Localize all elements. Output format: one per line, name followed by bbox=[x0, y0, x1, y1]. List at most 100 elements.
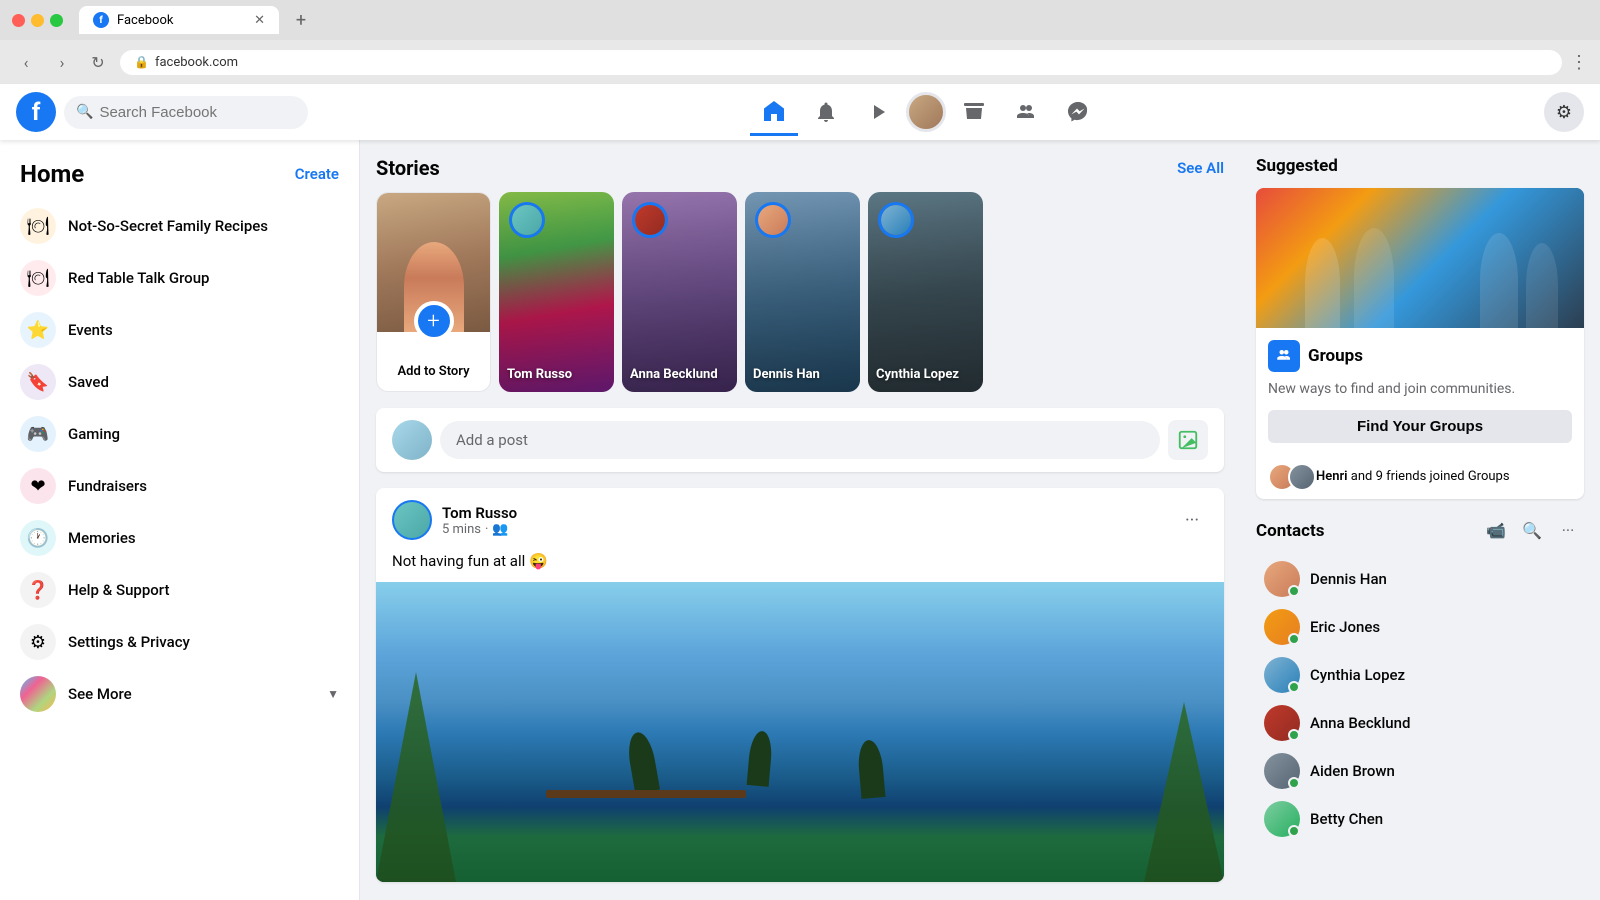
sidebar-label-more: See More bbox=[68, 685, 132, 703]
more-icon bbox=[20, 676, 56, 712]
post-more-button[interactable]: ··· bbox=[1176, 504, 1208, 536]
groups-nav-button[interactable] bbox=[1002, 88, 1050, 136]
post-username[interactable]: Tom Russo bbox=[442, 504, 1166, 522]
profile-nav-button[interactable] bbox=[906, 92, 946, 132]
story-card-cynthia[interactable]: Cynthia Lopez bbox=[868, 192, 983, 392]
contact-item-cynthia[interactable]: Cynthia Lopez bbox=[1256, 651, 1584, 699]
notifications-nav-button[interactable] bbox=[802, 88, 850, 136]
contact-name-cynthia: Cynthia Lopez bbox=[1310, 666, 1405, 684]
contacts-section: Contacts 📹 🔍 ··· Dennis Han bbox=[1256, 515, 1584, 843]
contacts-search-icon[interactable]: 🔍 bbox=[1516, 515, 1548, 547]
contact-name-betty: Betty Chen bbox=[1310, 810, 1383, 828]
browser-menu-icon[interactable]: ⋮ bbox=[1570, 52, 1588, 73]
story-card-anna[interactable]: Anna Becklund bbox=[622, 192, 737, 392]
post-image bbox=[376, 582, 1224, 882]
contact-item-eric[interactable]: Eric Jones bbox=[1256, 603, 1584, 651]
groups-card-header: Groups bbox=[1268, 340, 1572, 372]
story-name-anna: Anna Becklund bbox=[630, 367, 718, 382]
contacts-title: Contacts bbox=[1256, 521, 1324, 541]
sidebar-label-settings: Settings & Privacy bbox=[68, 633, 190, 651]
contact-avatar-eric bbox=[1264, 609, 1300, 645]
watch-nav-button[interactable] bbox=[854, 88, 902, 136]
photo-post-button[interactable] bbox=[1168, 420, 1208, 460]
joined-avatars bbox=[1268, 463, 1308, 491]
feed-area: Stories See All + Add to Story bbox=[360, 140, 1240, 900]
sidebar-item-recipes[interactable]: 🍽 Not-So-Secret Family Recipes bbox=[8, 200, 351, 252]
contact-item-dennis[interactable]: Dennis Han bbox=[1256, 555, 1584, 603]
sidebar-label-memories: Memories bbox=[68, 529, 136, 547]
sidebar-item-saved[interactable]: 🔖 Saved bbox=[8, 356, 351, 408]
sidebar-item-events[interactable]: ⭐ Events bbox=[8, 304, 351, 356]
sidebar-label-events: Events bbox=[68, 321, 113, 339]
address-bar[interactable]: 🔒 facebook.com bbox=[120, 50, 1562, 75]
close-dot[interactable] bbox=[12, 14, 25, 27]
online-indicator bbox=[1288, 729, 1300, 741]
main-layout: Home Create 🍽 Not-So-Secret Family Recip… bbox=[0, 140, 1600, 900]
events-icon: ⭐ bbox=[20, 312, 56, 348]
search-icon: 🔍 bbox=[76, 104, 93, 120]
facebook-logo[interactable]: f bbox=[16, 92, 56, 132]
add-story-card[interactable]: + Add to Story bbox=[376, 192, 491, 392]
tab-close-icon[interactable]: ✕ bbox=[254, 13, 265, 28]
post-avatar bbox=[392, 500, 432, 540]
groups-joined-info: Henri and 9 friends joined Groups bbox=[1256, 455, 1584, 499]
search-input[interactable] bbox=[99, 104, 296, 121]
sidebar-item-more[interactable]: See More ▼ bbox=[8, 668, 351, 720]
sidebar-label-help: Help & Support bbox=[68, 581, 169, 599]
create-button[interactable]: Create bbox=[295, 165, 339, 183]
contact-avatar-anna bbox=[1264, 705, 1300, 741]
story-avatar-cynthia bbox=[878, 202, 914, 238]
browser-tab[interactable]: f Facebook ✕ bbox=[79, 6, 279, 34]
sidebar-item-settings[interactable]: ⚙ Settings & Privacy bbox=[8, 616, 351, 668]
sidebar-item-help[interactable]: ❓ Help & Support bbox=[8, 564, 351, 616]
post-dot: · bbox=[485, 522, 488, 537]
post-time: 5 mins bbox=[442, 522, 481, 537]
back-button[interactable]: ‹ bbox=[12, 48, 40, 76]
search-bar[interactable]: 🔍 bbox=[64, 96, 308, 129]
tab-favicon: f bbox=[93, 12, 109, 28]
forward-button[interactable]: › bbox=[48, 48, 76, 76]
contact-avatar-betty bbox=[1264, 801, 1300, 837]
groups-card-icon bbox=[1268, 340, 1300, 372]
post-content: Not having fun at all 😜 bbox=[376, 552, 1224, 582]
story-avatar-dennis bbox=[755, 202, 791, 238]
marketplace-nav-button[interactable] bbox=[950, 88, 998, 136]
composer-avatar bbox=[392, 420, 432, 460]
messenger-nav-button[interactable] bbox=[1054, 88, 1102, 136]
contacts-video-icon[interactable]: 📹 bbox=[1480, 515, 1512, 547]
sidebar-label-gaming: Gaming bbox=[68, 425, 120, 443]
stories-section: Stories See All + Add to Story bbox=[376, 156, 1224, 392]
sidebar-item-red-table[interactable]: 🍽 Red Table Talk Group bbox=[8, 252, 351, 304]
contacts-more-icon[interactable]: ··· bbox=[1552, 515, 1584, 547]
joined-text: Henri and 9 friends joined Groups bbox=[1316, 469, 1510, 484]
reload-button[interactable]: ↻ bbox=[84, 48, 112, 76]
groups-card-title: Groups bbox=[1308, 346, 1363, 366]
stories-header: Stories See All bbox=[376, 156, 1224, 180]
groups-card-image bbox=[1256, 188, 1584, 328]
sidebar-item-gaming[interactable]: 🎮 Gaming bbox=[8, 408, 351, 460]
sidebar-item-fundraisers[interactable]: ❤ Fundraisers bbox=[8, 460, 351, 512]
post-input[interactable]: Add a post bbox=[440, 421, 1160, 459]
story-card-dennis[interactable]: Dennis Han bbox=[745, 192, 860, 392]
sidebar-item-memories[interactable]: 🕐 Memories bbox=[8, 512, 351, 564]
lock-icon: 🔒 bbox=[134, 55, 149, 69]
new-tab-button[interactable]: + bbox=[287, 6, 315, 34]
maximize-dot[interactable] bbox=[50, 14, 63, 27]
stories-see-all-button[interactable]: See All bbox=[1177, 159, 1224, 177]
groups-card-description: New ways to find and join communities. bbox=[1268, 380, 1572, 400]
groups-card: Groups New ways to find and join communi… bbox=[1256, 188, 1584, 499]
contact-item-aiden[interactable]: Aiden Brown bbox=[1256, 747, 1584, 795]
online-indicator bbox=[1288, 633, 1300, 645]
find-groups-button[interactable]: Find Your Groups bbox=[1268, 410, 1572, 443]
settings-button[interactable]: ⚙ bbox=[1544, 92, 1584, 132]
add-story-label: Add to Story bbox=[397, 364, 469, 379]
sidebar-label-saved: Saved bbox=[68, 373, 109, 391]
contact-item-betty[interactable]: Betty Chen bbox=[1256, 795, 1584, 843]
online-indicator bbox=[1288, 825, 1300, 837]
story-name-tom: Tom Russo bbox=[507, 367, 572, 382]
contact-item-anna[interactable]: Anna Becklund bbox=[1256, 699, 1584, 747]
minimize-dot[interactable] bbox=[31, 14, 44, 27]
story-card-tom[interactable]: Tom Russo bbox=[499, 192, 614, 392]
home-nav-button[interactable] bbox=[750, 88, 798, 136]
add-story-plus-icon: + bbox=[414, 301, 454, 341]
